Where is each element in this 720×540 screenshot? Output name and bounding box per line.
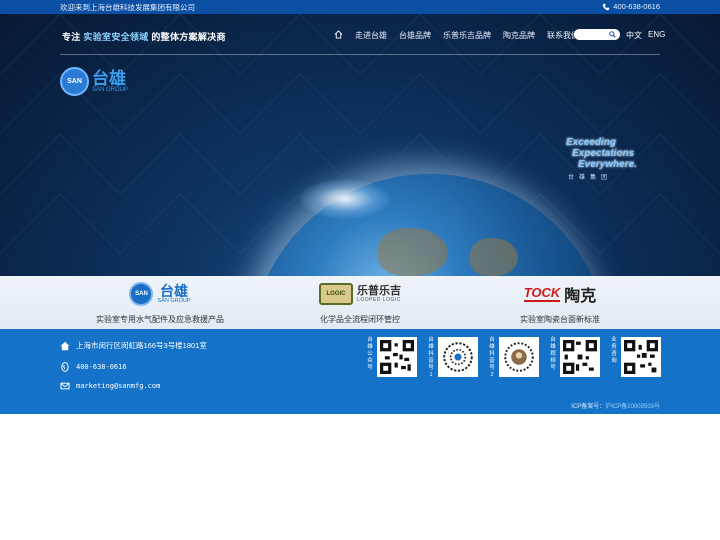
tagline-line: Exceeding — [566, 137, 617, 148]
brand-tock-logo: TOCK 陶克 — [470, 281, 650, 307]
brand-tock[interactable]: TOCK 陶克 实验室陶瓷台面新标准 — [470, 281, 650, 325]
nav-item-san-brand[interactable]: 台雄品牌 — [399, 30, 431, 41]
sunrise-glow — [300, 179, 390, 219]
san-brand-mark: SAN — [135, 291, 148, 297]
brand-name: 台雄 — [159, 283, 188, 299]
qr-label: 业务咨询 — [611, 337, 617, 364]
qr-code-image — [621, 337, 661, 377]
brand-name: 乐普乐吉 — [357, 285, 401, 297]
brand-logic-logo: LOGIC 乐普乐吉 LOOPED LOGIC — [270, 281, 450, 307]
qr-code-image — [560, 337, 600, 377]
nav-item-tock-brand[interactable]: 陶克品牌 — [503, 30, 535, 41]
page: 欢迎来到上海台雄科技发展集团有限公司 400-638-0616 专注 实验室安全… — [0, 0, 720, 540]
main-nav: 走进台雄 台雄品牌 乐普乐吉品牌 陶克品牌 联系我们 — [334, 30, 579, 41]
logo-en: SAN GROUP — [92, 86, 129, 93]
lang-chinese[interactable]: 中文 — [626, 30, 642, 41]
icp-link[interactable]: 沪ICP备20009503号 — [605, 404, 660, 410]
qr-douyin-2[interactable]: 台雄抖音号2 — [488, 337, 539, 379]
nav-home[interactable] — [334, 30, 343, 41]
tagline-cn: 台雄集团 — [568, 175, 613, 181]
mail-icon — [60, 382, 70, 390]
search-icon[interactable] — [609, 31, 616, 38]
san-logo-emblem: SAN — [60, 67, 89, 96]
brand-sub: LOOPED LOGIC — [357, 297, 401, 303]
email-text: marketing@sanmfg.com — [76, 382, 161, 390]
topbar-phone[interactable]: 400-638-0616 — [602, 2, 660, 11]
exceeding-expectations-tagline: Exceeding Expectations Everywhere. 台雄集团 — [566, 137, 662, 197]
footer: 上海市闵行区闵虹路166号3号楼1801室 400-638-0616 marke… — [0, 329, 720, 414]
home-icon — [334, 30, 343, 39]
qr-code-image — [377, 337, 417, 377]
tagline-line: Everywhere. — [578, 159, 637, 170]
welcome-text: 欢迎来到上海台雄科技发展集团有限公司 — [60, 3, 195, 12]
brand-name: 陶克 — [564, 288, 597, 305]
san-brand-text: 台雄 SAN GROUP — [157, 284, 190, 304]
san-logo-mark: SAN — [67, 78, 82, 85]
topbar-phone-number: 400-638-0616 — [613, 2, 660, 11]
slogan-highlight: 实验室安全领域 — [83, 32, 149, 42]
qr-douyin-1[interactable]: 台雄抖音号1 — [427, 337, 478, 379]
phone-icon — [61, 362, 69, 372]
san-group-logo[interactable]: SAN 台雄 SAN GROUP — [60, 67, 128, 96]
qr-label: 台雄视频号 — [550, 337, 556, 371]
brands-strip: SAN 台雄 SAN GROUP 实验室专用水气配件及应急救援产品 LOGIC … — [0, 276, 720, 329]
qr-wechat-channels[interactable]: 台雄视频号 — [549, 337, 600, 377]
logo-text: 台雄 SAN GROUP — [92, 70, 128, 94]
address-text: 上海市闵行区闵虹路166号3号楼1801室 — [76, 341, 207, 350]
earth-landmass — [378, 228, 448, 276]
header-divider — [60, 54, 660, 55]
brand-sub: SAN GROUP — [157, 298, 191, 304]
logic-brand-emblem: LOGIC — [319, 283, 353, 305]
phone-text: 400-638-0616 — [76, 363, 127, 371]
qr-business-consult[interactable]: 业务咨询 — [610, 337, 661, 377]
lang-english[interactable]: ENG — [648, 30, 665, 41]
brand-looped-logic[interactable]: LOGIC 乐普乐吉 LOOPED LOGIC 化学品全流程闭环管控 — [270, 281, 450, 325]
qr-label: 台雄公众号 — [367, 337, 373, 371]
slogan-prefix: 专注 — [62, 32, 81, 42]
search-input[interactable] — [574, 35, 610, 46]
qr-label: 台雄抖音号2 — [489, 337, 495, 378]
qr-label: 台雄抖音号1 — [428, 337, 434, 378]
icp-label: ICP备案号： — [571, 404, 606, 410]
icp-record: ICP备案号：沪ICP备20009503号 — [571, 401, 660, 410]
phone-icon — [603, 3, 610, 10]
header-slogan: 专注 实验室安全领域 的整体方案解决商 — [62, 30, 226, 43]
tagline-line: Expectations — [572, 148, 635, 159]
brand-caption: 实验室陶瓷台面新标准 — [520, 315, 600, 324]
footer-email[interactable]: marketing@sanmfg.com — [60, 381, 160, 391]
home-icon — [60, 341, 70, 350]
tock-brand-mark: TOCK — [523, 285, 561, 302]
brand-san-logo: SAN 台雄 SAN GROUP — [70, 281, 250, 307]
brand-san[interactable]: SAN 台雄 SAN GROUP 实验室专用水气配件及应急救援产品 — [70, 281, 250, 325]
logic-brand-mark: LOGIC — [326, 291, 346, 297]
qr-code-image — [499, 337, 539, 377]
logo-cn: 台雄 — [92, 68, 126, 88]
nav-item-logic-brand[interactable]: 乐普乐吉品牌 — [443, 30, 491, 41]
brand-caption: 化学品全流程闭环管控 — [320, 315, 400, 324]
qr-wechat-official[interactable]: 台雄公众号 — [366, 337, 417, 377]
nav-item-about[interactable]: 走进台雄 — [355, 30, 387, 41]
footer-address: 上海市闵行区闵虹路166号3号楼1801室 — [60, 340, 207, 351]
top-bar: 欢迎来到上海台雄科技发展集团有限公司 400-638-0616 — [0, 0, 720, 14]
language-switcher: 中文 ENG — [626, 30, 665, 41]
slogan-suffix: 的整体方案解决商 — [151, 32, 226, 42]
hero-banner: 专注 实验室安全领域 的整体方案解决商 走进台雄 台雄品牌 乐普乐吉品牌 陶克品… — [0, 14, 720, 276]
san-brand-emblem: SAN — [129, 282, 154, 306]
footer-phone[interactable]: 400-638-0616 — [60, 362, 127, 372]
logic-brand-text: 乐普乐吉 LOOPED LOGIC — [357, 285, 401, 303]
search-box — [574, 29, 620, 46]
qr-code-image — [438, 337, 478, 377]
earth-landmass — [470, 238, 518, 276]
brand-caption: 实验室专用水气配件及应急救援产品 — [96, 315, 224, 324]
